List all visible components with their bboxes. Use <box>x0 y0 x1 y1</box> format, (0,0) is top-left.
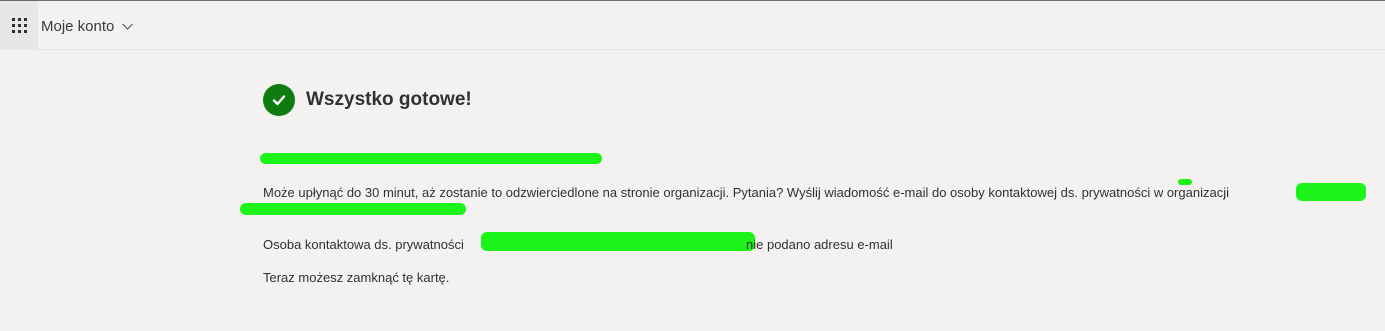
page-title: Wszystko gotowe! <box>306 89 472 110</box>
reflection-delay-text: Może upłynąć do 30 minut, aż zostanie to… <box>263 185 1229 200</box>
redacted-text <box>1296 183 1366 201</box>
top-bar: Moje konto <box>0 0 1385 50</box>
redacted-text <box>1178 179 1192 185</box>
redacted-text <box>240 203 466 215</box>
chevron-down-icon <box>122 23 134 30</box>
app-title: Moje konto <box>41 17 115 35</box>
app-title-menu[interactable]: Moje konto <box>41 16 134 36</box>
main-content: Wszystko gotowe! Może upłynąć do 30 minu… <box>240 84 1366 285</box>
check-circle-icon <box>263 84 295 116</box>
redacted-text <box>481 232 755 251</box>
app-launcher-icon <box>11 18 27 33</box>
close-tab-hint: Teraz możesz zamknąć tę kartę. <box>263 270 450 285</box>
no-email-text: nie podano adresu e-mail <box>746 237 893 252</box>
status-header: Wszystko gotowe! <box>263 84 1363 116</box>
app-launcher-button[interactable] <box>0 1 38 50</box>
redacted-text <box>260 153 602 164</box>
privacy-contact-label: Osoba kontaktowa ds. prywatności <box>263 237 464 252</box>
